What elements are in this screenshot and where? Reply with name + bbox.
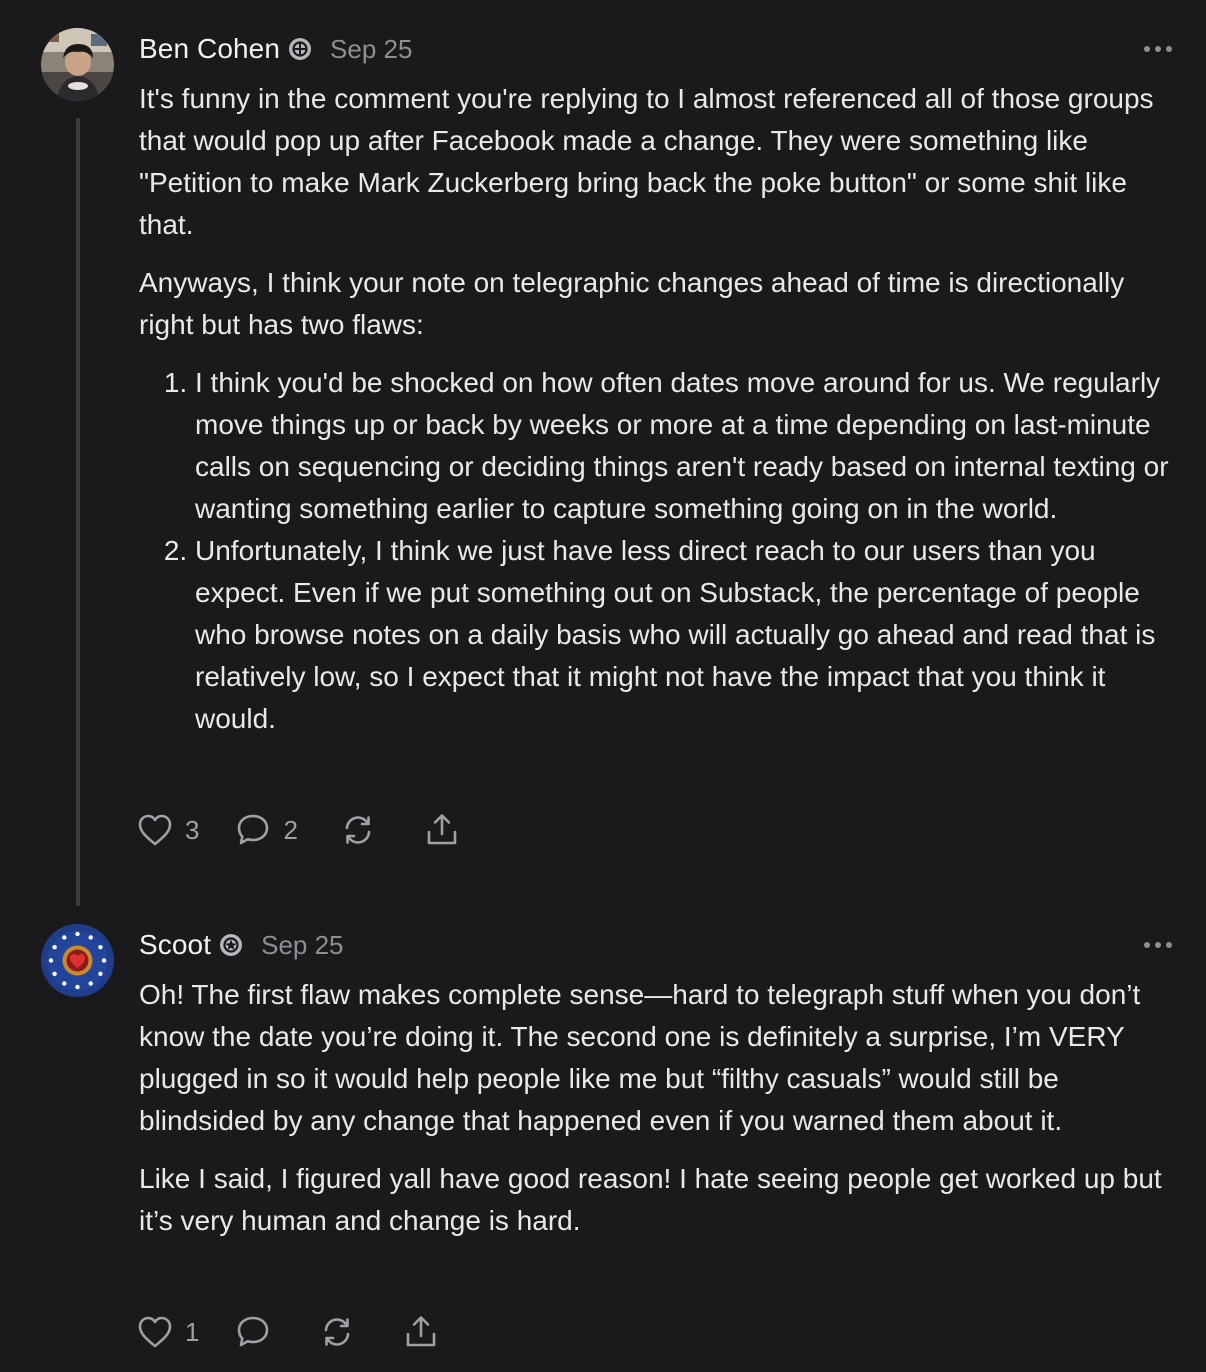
paragraph: Oh! The first flaw makes complete sense—… (139, 979, 1141, 1136)
post-date[interactable]: Sep 25 (261, 930, 343, 961)
author-name[interactable]: Ben Cohen (139, 33, 280, 65)
action-bar: 1 (137, 1312, 439, 1352)
comment-icon (235, 1314, 271, 1350)
avatar[interactable] (41, 28, 114, 101)
action-bar: 3 2 (137, 810, 460, 850)
share-icon (403, 1314, 439, 1350)
verified-badge-icon (219, 933, 243, 957)
comment-body: Oh! The first flaw makes complete sense—… (139, 974, 1184, 1242)
like-button[interactable]: 1 (137, 1315, 199, 1349)
post-date[interactable]: Sep 25 (330, 34, 412, 65)
comment-header: Ben Cohen Sep 25 (139, 31, 412, 67)
share-button[interactable] (403, 1314, 439, 1350)
reply-button[interactable]: 2 (235, 812, 298, 848)
list-item: Unfortunately, I think we just have less… (195, 530, 1184, 740)
paragraph: Anyways, I think your note on telegraphi… (139, 267, 1125, 340)
share-icon (424, 812, 460, 848)
comment-icon (235, 812, 271, 848)
more-icon[interactable] (1144, 927, 1172, 963)
more-icon[interactable] (1144, 31, 1172, 67)
notes-thread: Ben Cohen Sep 25 It's funny in the comme… (0, 0, 1206, 1372)
reply-count: 2 (283, 814, 298, 845)
restack-icon (319, 1314, 355, 1350)
like-count: 1 (185, 1316, 200, 1347)
share-button[interactable] (424, 812, 460, 848)
restack-button[interactable] (340, 812, 376, 848)
numbered-list: I think you'd be shocked on how often da… (139, 362, 1184, 740)
heart-icon (137, 813, 173, 847)
avatar[interactable] (41, 924, 114, 997)
paragraph: It's funny in the comment you're replyin… (139, 83, 1154, 240)
paragraph: Like I said, I figured yall have good re… (139, 1163, 1162, 1236)
comment-header: Scoot Sep 25 (139, 927, 344, 963)
heart-icon (137, 1315, 173, 1349)
reply-button[interactable] (235, 1314, 271, 1350)
like-button[interactable]: 3 (137, 813, 199, 847)
like-count: 3 (185, 814, 200, 845)
list-item: I think you'd be shocked on how often da… (195, 362, 1184, 530)
comment-body: It's funny in the comment you're replyin… (139, 78, 1184, 740)
restack-icon (340, 812, 376, 848)
verified-badge-icon (288, 37, 312, 61)
thread-line (76, 118, 80, 906)
restack-button[interactable] (319, 1314, 355, 1350)
author-name[interactable]: Scoot (139, 929, 211, 961)
